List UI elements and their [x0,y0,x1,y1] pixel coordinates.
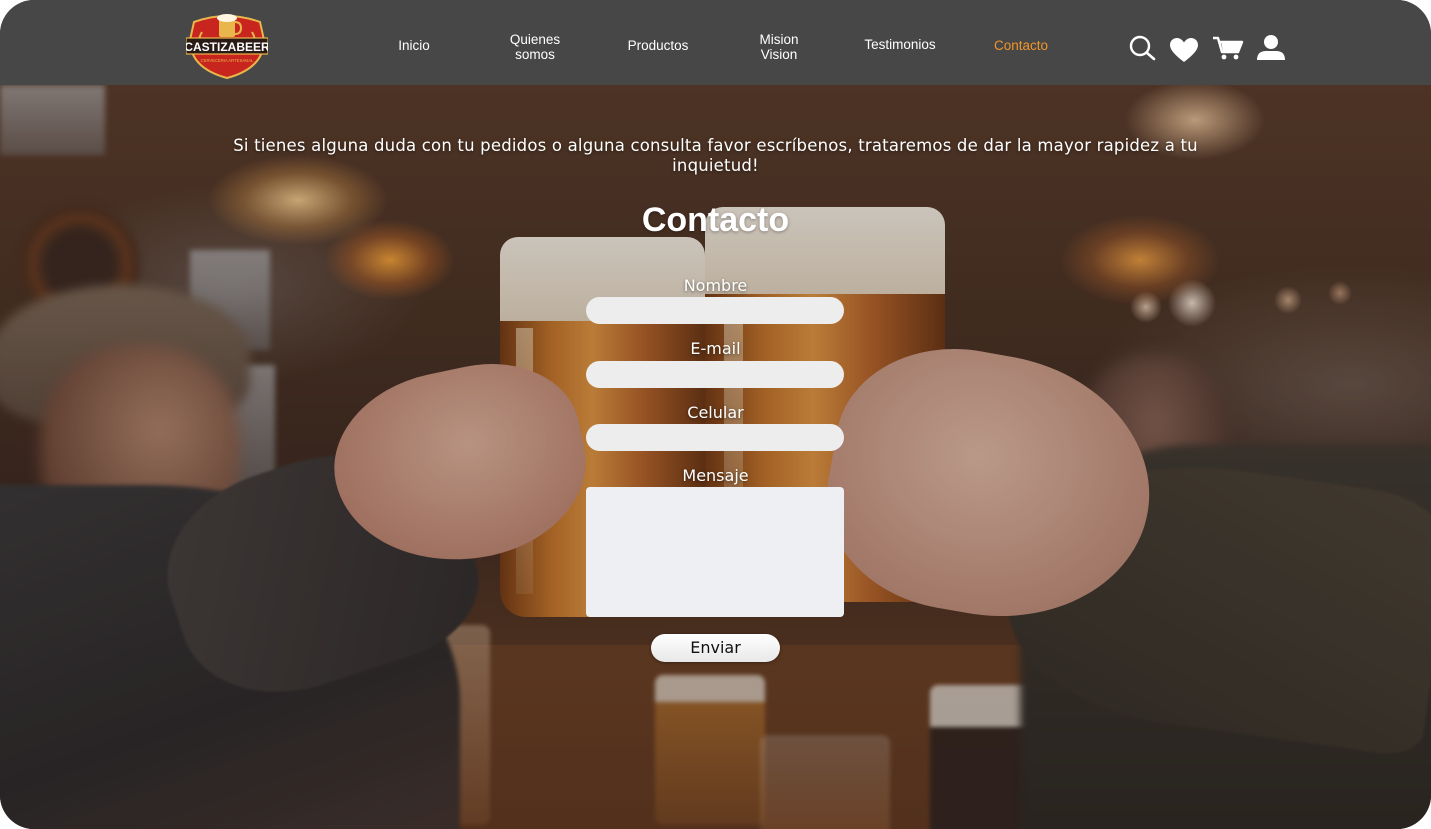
email-field[interactable] [586,361,844,388]
svg-text:CASTIZABEER: CASTIZABEER [186,40,268,54]
message-label: Mensaje [682,466,749,485]
message-field[interactable] [586,487,844,617]
nav-mision-vision[interactable]: Mision Vision [745,32,813,62]
castizabeer-logo[interactable]: CASTIZABEER CERVECERIA ARTESANAL [186,12,268,80]
page-frame: CASTIZABEER CERVECERIA ARTESANAL Inicio … [0,0,1431,829]
nav-productos[interactable]: Productos [615,38,701,53]
phone-field[interactable] [586,424,844,451]
name-field[interactable] [586,297,844,324]
email-label: E-mail [690,339,741,358]
search-icon[interactable] [1128,35,1156,61]
nav-testimonios[interactable]: Testimonios [852,37,948,52]
contact-intro-text: Si tienes alguna duda con tu pedidos o a… [233,136,1198,175]
svg-text:CERVECERIA ARTESANAL: CERVECERIA ARTESANAL [201,58,254,63]
heart-icon[interactable] [1169,37,1199,63]
page-title: Contacto [641,201,790,239]
nav-contacto[interactable]: Contacto [982,38,1060,53]
cart-icon[interactable] [1212,35,1244,61]
user-icon[interactable] [1256,34,1286,62]
phone-label: Celular [687,403,744,422]
name-label: Nombre [683,276,748,295]
top-navbar: CASTIZABEER CERVECERIA ARTESANAL Inicio … [0,0,1431,85]
nav-quienes-somos[interactable]: Quienes somos [498,32,572,62]
background-bar-photo [0,85,1431,829]
nav-inicio[interactable]: Inicio [388,38,440,53]
send-button[interactable]: Enviar [651,634,780,662]
